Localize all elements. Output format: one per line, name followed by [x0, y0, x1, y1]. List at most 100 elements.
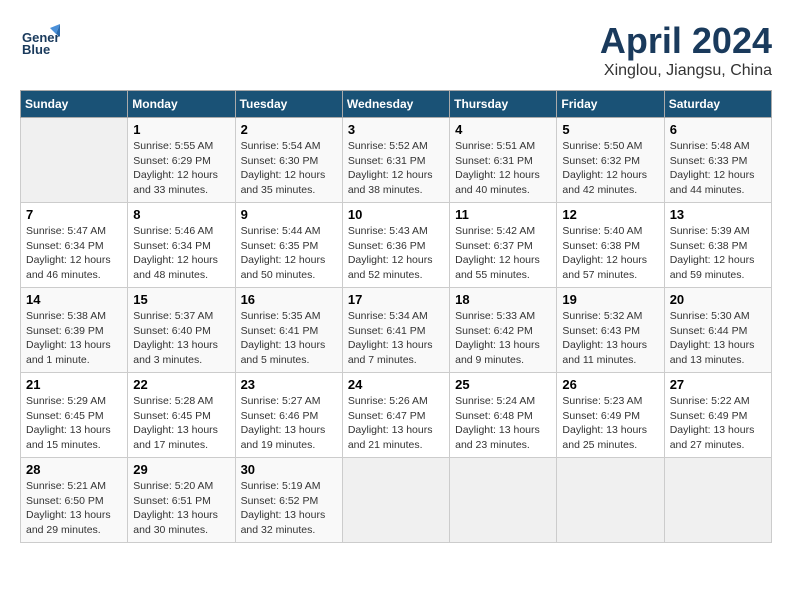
day-cell-w2-d5: 12 Sunrise: 5:40 AM Sunset: 6:38 PM Dayli…	[557, 203, 664, 288]
day-detail: Sunrise: 5:39 AM Sunset: 6:38 PM Dayligh…	[670, 224, 766, 283]
day-cell-w1-d1: 1 Sunrise: 5:55 AM Sunset: 6:29 PM Daylig…	[128, 118, 235, 203]
day-detail: Sunrise: 5:26 AM Sunset: 6:47 PM Dayligh…	[348, 394, 444, 453]
day-cell-w1-d6: 6 Sunrise: 5:48 AM Sunset: 6:33 PM Daylig…	[664, 118, 771, 203]
day-cell-w2-d6: 13 Sunrise: 5:39 AM Sunset: 6:38 PM Dayli…	[664, 203, 771, 288]
svg-text:Blue: Blue	[22, 42, 50, 57]
day-detail: Sunrise: 5:43 AM Sunset: 6:36 PM Dayligh…	[348, 224, 444, 283]
day-cell-w1-d5: 5Sunrise: 5:50 AM Sunset: 6:32 PM Daylig…	[557, 118, 664, 203]
day-number: 16	[241, 292, 337, 307]
week-row-4: 21 Sunrise: 5:29 AM Sunset: 6:45 PM Dayli…	[21, 373, 772, 458]
day-number: 29	[133, 462, 229, 477]
day-cell-w3-d6: 20 Sunrise: 5:30 AM Sunset: 6:44 PM Dayli…	[664, 288, 771, 373]
day-number: 21	[26, 377, 122, 392]
day-detail: Sunrise: 5:47 AM Sunset: 6:34 PM Dayligh…	[26, 224, 122, 283]
day-cell-w4-d6: 27 Sunrise: 5:22 AM Sunset: 6:49 PM Dayli…	[664, 373, 771, 458]
day-cell-w5-d6	[664, 458, 771, 543]
day-cell-w3-d5: 19 Sunrise: 5:32 AM Sunset: 6:43 PM Dayli…	[557, 288, 664, 373]
logo-icon: General Blue	[20, 20, 60, 60]
header-wednesday: Wednesday	[342, 91, 449, 118]
day-detail: Sunrise: 5:20 AM Sunset: 6:51 PM Dayligh…	[133, 479, 229, 538]
day-cell-w4-d0: 21 Sunrise: 5:29 AM Sunset: 6:45 PM Dayli…	[21, 373, 128, 458]
day-detail: Sunrise: 5:42 AM Sunset: 6:37 PM Dayligh…	[455, 224, 551, 283]
day-detail: Sunrise: 5:46 AM Sunset: 6:34 PM Dayligh…	[133, 224, 229, 283]
day-detail: Sunrise: 5:48 AM Sunset: 6:33 PM Dayligh…	[670, 139, 766, 198]
day-cell-w4-d5: 26Sunrise: 5:23 AM Sunset: 6:49 PM Dayli…	[557, 373, 664, 458]
day-number: 26	[562, 377, 658, 392]
day-cell-w2-d4: 11 Sunrise: 5:42 AM Sunset: 6:37 PM Dayli…	[450, 203, 557, 288]
day-detail: Sunrise: 5:38 AM Sunset: 6:39 PM Dayligh…	[26, 309, 122, 368]
day-number: 6	[670, 122, 766, 137]
day-number: 1	[133, 122, 229, 137]
day-cell-w2-d3: 10 Sunrise: 5:43 AM Sunset: 6:36 PM Dayli…	[342, 203, 449, 288]
day-number: 23	[241, 377, 337, 392]
day-cell-w3-d1: 15 Sunrise: 5:37 AM Sunset: 6:40 PM Dayli…	[128, 288, 235, 373]
day-detail: Sunrise: 5:50 AM Sunset: 6:32 PM Dayligh…	[562, 139, 658, 198]
header-friday: Friday	[557, 91, 664, 118]
day-cell-w5-d2: 30 Sunrise: 5:19 AM Sunset: 6:52 PM Dayli…	[235, 458, 342, 543]
day-detail: Sunrise: 5:33 AM Sunset: 6:42 PM Dayligh…	[455, 309, 551, 368]
day-detail: Sunrise: 5:55 AM Sunset: 6:29 PM Dayligh…	[133, 139, 229, 198]
day-cell-w5-d4	[450, 458, 557, 543]
day-number: 9	[241, 207, 337, 222]
day-number: 10	[348, 207, 444, 222]
day-detail: Sunrise: 5:29 AM Sunset: 6:45 PM Dayligh…	[26, 394, 122, 453]
day-number: 2	[241, 122, 337, 137]
title-block: April 2024 Xinglou, Jiangsu, China	[600, 20, 772, 80]
day-number: 22	[133, 377, 229, 392]
day-cell-w5-d5	[557, 458, 664, 543]
day-detail: Sunrise: 5:35 AM Sunset: 6:41 PM Dayligh…	[241, 309, 337, 368]
header-thursday: Thursday	[450, 91, 557, 118]
day-detail: Sunrise: 5:52 AM Sunset: 6:31 PM Dayligh…	[348, 139, 444, 198]
day-number: 18	[455, 292, 551, 307]
header-sunday: Sunday	[21, 91, 128, 118]
day-detail: Sunrise: 5:40 AM Sunset: 6:38 PM Dayligh…	[562, 224, 658, 283]
day-cell-w2-d1: 8 Sunrise: 5:46 AM Sunset: 6:34 PM Daylig…	[128, 203, 235, 288]
day-detail: Sunrise: 5:19 AM Sunset: 6:52 PM Dayligh…	[241, 479, 337, 538]
day-number: 14	[26, 292, 122, 307]
day-detail: Sunrise: 5:37 AM Sunset: 6:40 PM Dayligh…	[133, 309, 229, 368]
header-tuesday: Tuesday	[235, 91, 342, 118]
day-cell-w5-d3	[342, 458, 449, 543]
day-number: 8	[133, 207, 229, 222]
calendar-table: Sunday Monday Tuesday Wednesday Thursday…	[20, 90, 772, 543]
day-detail: Sunrise: 5:28 AM Sunset: 6:45 PM Dayligh…	[133, 394, 229, 453]
day-detail: Sunrise: 5:22 AM Sunset: 6:49 PM Dayligh…	[670, 394, 766, 453]
day-cell-w2-d0: 7 Sunrise: 5:47 AM Sunset: 6:34 PM Daylig…	[21, 203, 128, 288]
day-number: 4	[455, 122, 551, 137]
day-number: 13	[670, 207, 766, 222]
day-detail: Sunrise: 5:32 AM Sunset: 6:43 PM Dayligh…	[562, 309, 658, 368]
day-number: 15	[133, 292, 229, 307]
week-row-1: 1 Sunrise: 5:55 AM Sunset: 6:29 PM Daylig…	[21, 118, 772, 203]
day-cell-w3-d4: 18 Sunrise: 5:33 AM Sunset: 6:42 PM Dayli…	[450, 288, 557, 373]
day-cell-w1-d0	[21, 118, 128, 203]
day-cell-w5-d0: 28Sunrise: 5:21 AM Sunset: 6:50 PM Dayli…	[21, 458, 128, 543]
week-row-5: 28Sunrise: 5:21 AM Sunset: 6:50 PM Dayli…	[21, 458, 772, 543]
day-number: 12	[562, 207, 658, 222]
day-number: 27	[670, 377, 766, 392]
day-number: 3	[348, 122, 444, 137]
day-cell-w4-d1: 22 Sunrise: 5:28 AM Sunset: 6:45 PM Dayli…	[128, 373, 235, 458]
day-number: 20	[670, 292, 766, 307]
day-cell-w1-d4: 4Sunrise: 5:51 AM Sunset: 6:31 PM Daylig…	[450, 118, 557, 203]
calendar-subtitle: Xinglou, Jiangsu, China	[600, 62, 772, 80]
day-number: 7	[26, 207, 122, 222]
day-cell-w1-d2: 2 Sunrise: 5:54 AM Sunset: 6:30 PM Daylig…	[235, 118, 342, 203]
week-row-2: 7 Sunrise: 5:47 AM Sunset: 6:34 PM Daylig…	[21, 203, 772, 288]
day-detail: Sunrise: 5:27 AM Sunset: 6:46 PM Dayligh…	[241, 394, 337, 453]
day-number: 19	[562, 292, 658, 307]
day-cell-w3-d3: 17 Sunrise: 5:34 AM Sunset: 6:41 PM Dayli…	[342, 288, 449, 373]
day-cell-w3-d0: 14 Sunrise: 5:38 AM Sunset: 6:39 PM Dayli…	[21, 288, 128, 373]
week-row-3: 14 Sunrise: 5:38 AM Sunset: 6:39 PM Dayli…	[21, 288, 772, 373]
header-monday: Monday	[128, 91, 235, 118]
day-cell-w4-d2: 23 Sunrise: 5:27 AM Sunset: 6:46 PM Dayli…	[235, 373, 342, 458]
day-number: 25	[455, 377, 551, 392]
day-detail: Sunrise: 5:54 AM Sunset: 6:30 PM Dayligh…	[241, 139, 337, 198]
day-cell-w4-d4: 25 Sunrise: 5:24 AM Sunset: 6:48 PM Dayli…	[450, 373, 557, 458]
day-detail: Sunrise: 5:24 AM Sunset: 6:48 PM Dayligh…	[455, 394, 551, 453]
day-detail: Sunrise: 5:30 AM Sunset: 6:44 PM Dayligh…	[670, 309, 766, 368]
day-number: 11	[455, 207, 551, 222]
day-detail: Sunrise: 5:34 AM Sunset: 6:41 PM Dayligh…	[348, 309, 444, 368]
day-number: 17	[348, 292, 444, 307]
day-number: 30	[241, 462, 337, 477]
day-cell-w3-d2: 16 Sunrise: 5:35 AM Sunset: 6:41 PM Dayli…	[235, 288, 342, 373]
